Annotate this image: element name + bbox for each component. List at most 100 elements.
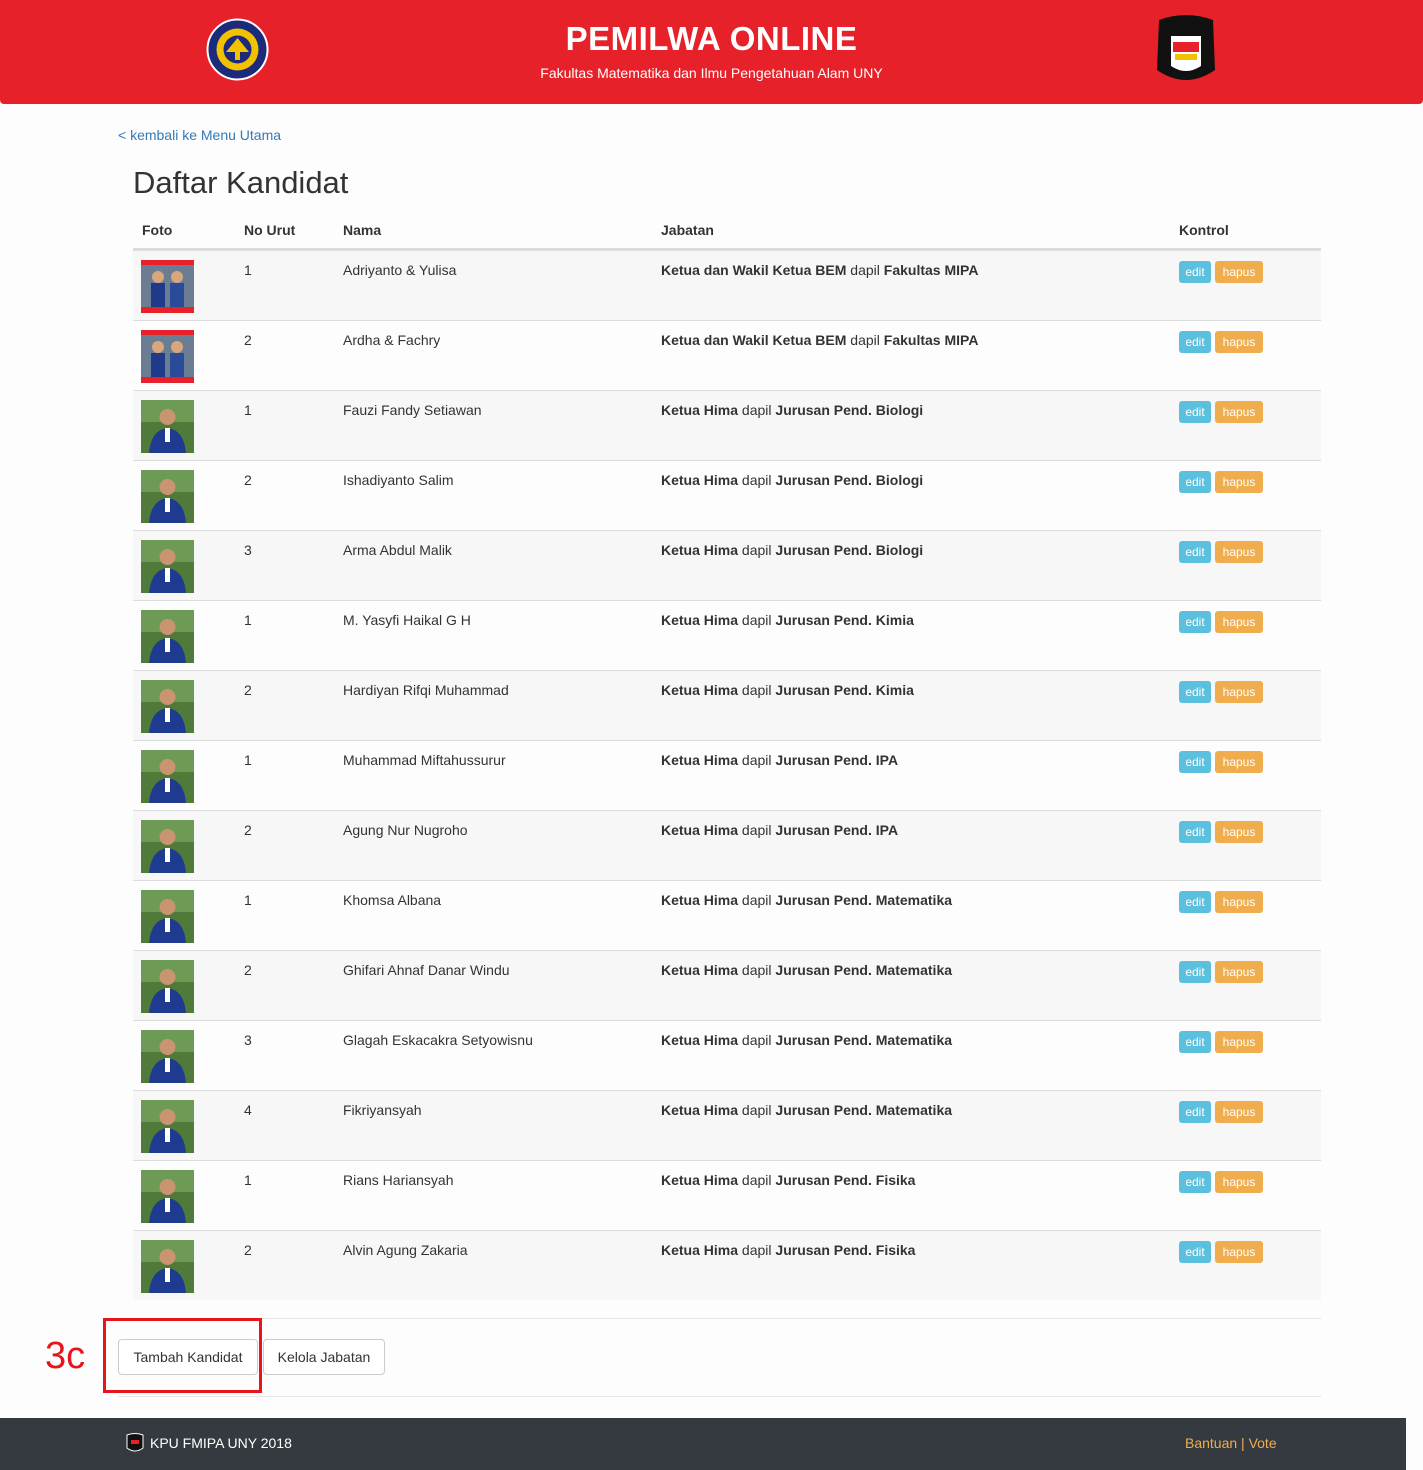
- candidate-photo: [141, 680, 194, 733]
- jabatan-position: Ketua Hima: [661, 542, 739, 558]
- edit-button[interactable]: edit: [1179, 681, 1211, 703]
- jabatan-position: Ketua Hima: [661, 892, 739, 908]
- table-row: 1 Rians Hariansyah Ketua Hima dapil Jurusa…: [133, 1160, 1321, 1230]
- hapus-button[interactable]: hapus: [1215, 751, 1263, 773]
- candidate-no-urut: 1: [244, 612, 252, 628]
- candidate-no-urut: 2: [244, 682, 252, 698]
- hapus-button[interactable]: hapus: [1215, 1171, 1263, 1193]
- candidate-no-urut: 1: [244, 752, 252, 768]
- candidate-photo: [141, 470, 194, 523]
- hapus-button[interactable]: hapus: [1215, 541, 1263, 563]
- kelola-jabatan-button[interactable]: Kelola Jabatan: [263, 1339, 385, 1375]
- table-row: 1 M. Yasyfi Haikal G H Ketua Hima dapil Ju…: [133, 600, 1321, 670]
- table-row: 2 Ghifari Ahnaf Danar Windu Ketua Hima dap…: [133, 950, 1321, 1020]
- column-header-no-urut: No Urut: [244, 222, 296, 238]
- hapus-button[interactable]: hapus: [1215, 961, 1263, 983]
- candidate-jabatan: Ketua Hima dapil Jurusan Pend. Matematik…: [661, 892, 952, 908]
- column-header-kontrol: Kontrol: [1179, 222, 1229, 238]
- jabatan-dapil: dapil: [741, 682, 772, 698]
- jabatan-position: Ketua Hima: [661, 962, 739, 978]
- jabatan-unit: Jurusan Pend. Matematika: [775, 1102, 953, 1118]
- candidate-name: Arma Abdul Malik: [343, 542, 452, 558]
- jabatan-dapil: dapil: [850, 262, 880, 278]
- hapus-button[interactable]: hapus: [1215, 331, 1263, 353]
- edit-button[interactable]: edit: [1179, 821, 1211, 843]
- jabatan-position: Ketua Hima: [661, 402, 739, 418]
- candidate-photo: [141, 1030, 194, 1083]
- jabatan-unit: Jurusan Pend. Biologi: [775, 542, 924, 558]
- jabatan-unit: Jurusan Pend. Kimia: [775, 682, 914, 698]
- edit-button[interactable]: edit: [1179, 1031, 1211, 1053]
- candidate-photo: [141, 1240, 194, 1293]
- table-row: 2 Alvin Agung Zakaria Ketua Hima dapil Jur…: [133, 1230, 1321, 1300]
- back-to-main-menu-link[interactable]: < kembali ke Menu Utama: [118, 127, 281, 143]
- hapus-button[interactable]: hapus: [1215, 401, 1263, 423]
- hapus-button[interactable]: hapus: [1215, 611, 1263, 633]
- edit-button[interactable]: edit: [1179, 891, 1211, 913]
- candidate-jabatan: Ketua Hima dapil Jurusan Pend. Matematik…: [661, 1102, 952, 1118]
- edit-button[interactable]: edit: [1179, 1101, 1211, 1123]
- candidate-photo: [141, 610, 194, 663]
- kpu-logo-icon: [126, 1433, 144, 1452]
- table-row: 3 Arma Abdul Malik Ketua Hima dapil Jurusa…: [133, 530, 1321, 600]
- footer-links[interactable]: Bantuan | Vote: [1185, 1435, 1277, 1451]
- edit-button[interactable]: edit: [1179, 401, 1211, 423]
- edit-button[interactable]: edit: [1179, 541, 1211, 563]
- jabatan-dapil: dapil: [741, 472, 772, 488]
- jabatan-position: Ketua Hima: [661, 1032, 739, 1048]
- edit-button[interactable]: edit: [1179, 1171, 1211, 1193]
- hapus-button[interactable]: hapus: [1215, 261, 1263, 283]
- hapus-button[interactable]: hapus: [1215, 891, 1263, 913]
- candidate-name: Glagah Eskacakra Setyowisnu: [343, 1032, 533, 1048]
- hapus-button[interactable]: hapus: [1215, 681, 1263, 703]
- candidate-name: M. Yasyfi Haikal G H: [343, 612, 471, 628]
- column-header-nama: Nama: [343, 222, 382, 238]
- hapus-button[interactable]: hapus: [1215, 471, 1263, 493]
- candidate-name: Rians Hariansyah: [343, 1172, 454, 1188]
- hapus-button[interactable]: hapus: [1215, 1101, 1263, 1123]
- candidate-name: Ghifari Ahnaf Danar Windu: [343, 962, 510, 978]
- hapus-button[interactable]: hapus: [1215, 1031, 1263, 1053]
- jabatan-position: Ketua Hima: [661, 822, 739, 838]
- jabatan-dapil: dapil: [850, 332, 880, 348]
- jabatan-dapil: dapil: [741, 822, 772, 838]
- table-row: 1 Adriyanto & Yulisa Ketua dan Wakil Ketua…: [133, 250, 1321, 320]
- footer-copyright: KPU FMIPA UNY 2018: [150, 1435, 292, 1451]
- table-row: 2 Ishadiyanto Salim Ketua Hima dapil Jurus…: [133, 460, 1321, 530]
- annotation-label: 3c: [45, 1335, 86, 1377]
- candidate-no-urut: 1: [244, 262, 252, 278]
- edit-button[interactable]: edit: [1179, 751, 1211, 773]
- jabatan-unit: Jurusan Pend. Matematika: [775, 962, 953, 978]
- candidate-name: Alvin Agung Zakaria: [343, 1242, 468, 1258]
- hapus-button[interactable]: hapus: [1215, 1241, 1263, 1263]
- edit-button[interactable]: edit: [1179, 961, 1211, 983]
- column-header-jabatan: Jabatan: [661, 222, 714, 238]
- candidate-jabatan: Ketua Hima dapil Jurusan Pend. Matematik…: [661, 962, 952, 978]
- edit-button[interactable]: edit: [1179, 611, 1211, 633]
- jabatan-position: Ketua Hima: [661, 752, 739, 768]
- divider: [118, 1318, 1321, 1319]
- candidate-jabatan: Ketua dan Wakil Ketua BEM dapil Fakultas…: [661, 262, 978, 278]
- candidate-name: Fauzi Fandy Setiawan: [343, 402, 482, 418]
- hapus-button[interactable]: hapus: [1215, 821, 1263, 843]
- edit-button[interactable]: edit: [1179, 1241, 1211, 1263]
- jabatan-dapil: dapil: [741, 752, 772, 768]
- jabatan-unit: Jurusan Pend. Biologi: [775, 402, 924, 418]
- candidate-no-urut: 2: [244, 962, 252, 978]
- jabatan-dapil: dapil: [741, 402, 772, 418]
- candidate-name: Muhammad Miftahussurur: [343, 752, 506, 768]
- jabatan-dapil: dapil: [741, 1172, 772, 1188]
- edit-button[interactable]: edit: [1179, 331, 1211, 353]
- candidate-name: Agung Nur Nugroho: [343, 822, 468, 838]
- candidate-no-urut: 2: [244, 1242, 252, 1258]
- edit-button[interactable]: edit: [1179, 261, 1211, 283]
- candidate-no-urut: 3: [244, 542, 252, 558]
- candidate-photo: [141, 400, 194, 453]
- edit-button[interactable]: edit: [1179, 471, 1211, 493]
- table-row: 2 Ardha & Fachry Ketua dan Wakil Ketua BEM…: [133, 320, 1321, 390]
- candidate-no-urut: 2: [244, 332, 252, 348]
- candidate-no-urut: 4: [244, 1102, 252, 1118]
- jabatan-position: Ketua Hima: [661, 1102, 739, 1118]
- table-body: 1 Adriyanto & Yulisa Ketua dan Wakil Ketua…: [133, 250, 1321, 1300]
- table-row: 1 Fauzi Fandy Setiawan Ketua Hima dapil Ju…: [133, 390, 1321, 460]
